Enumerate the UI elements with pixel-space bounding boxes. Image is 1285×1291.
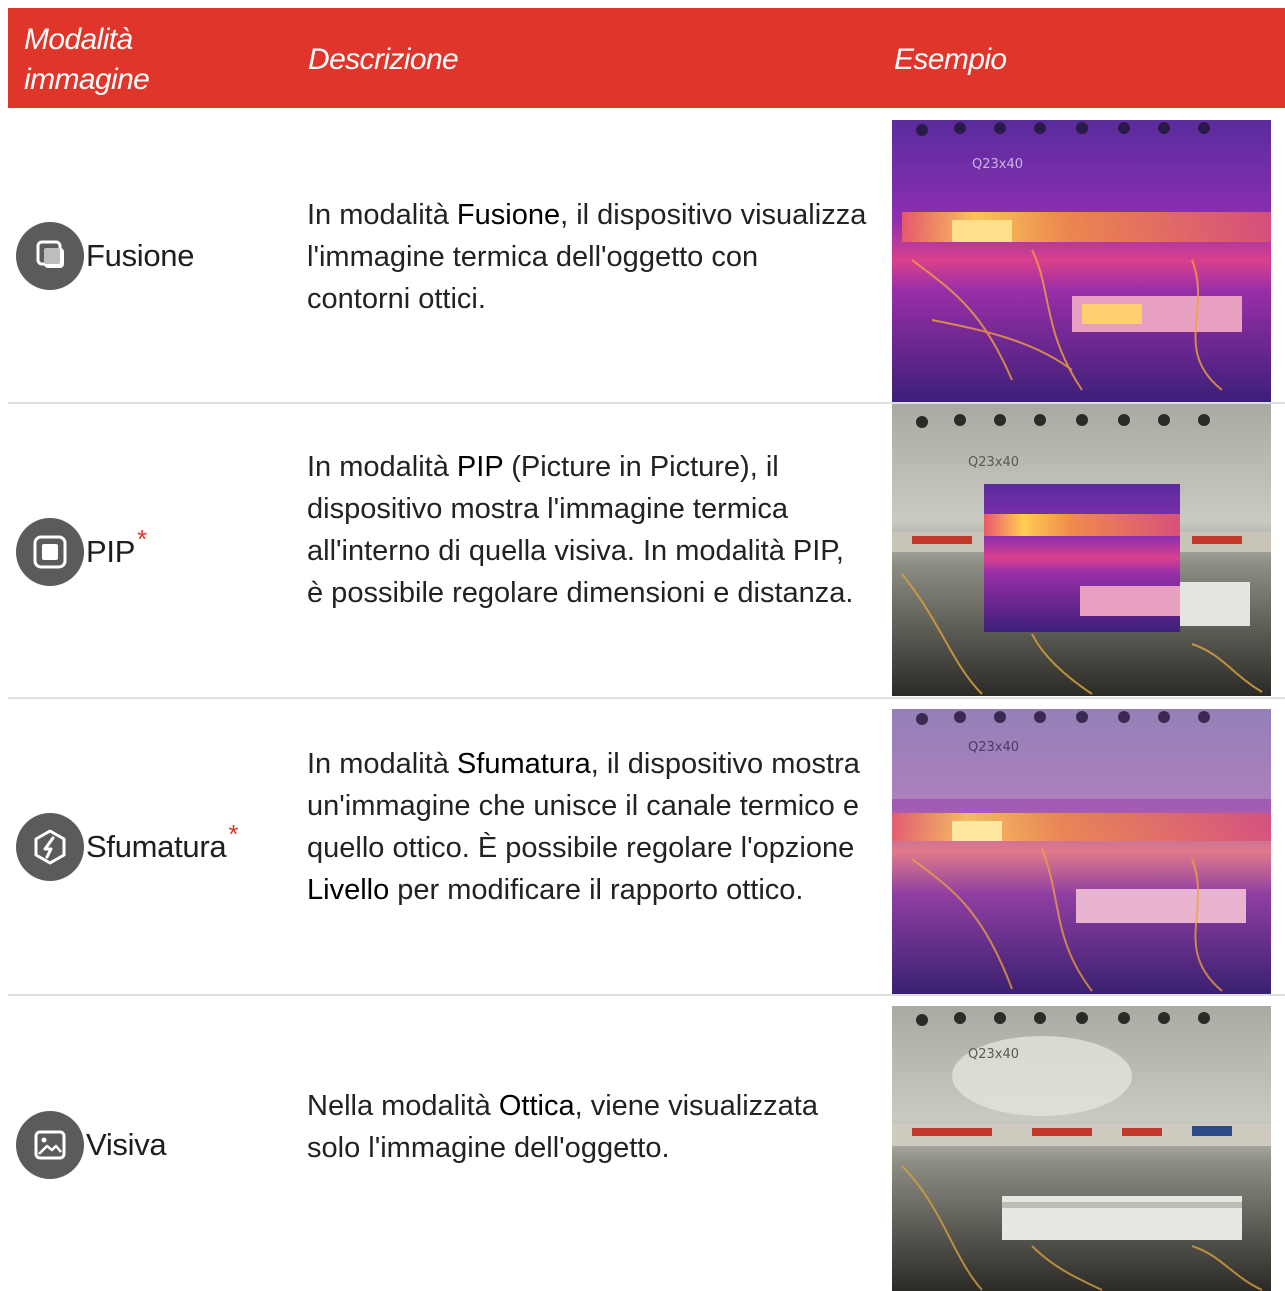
fusion-icon <box>16 222 84 290</box>
desc-text: per modificare il rapporto ottico. <box>389 874 804 906</box>
header-example: Esempio <box>894 43 1007 76</box>
desc-keyword: PIP <box>456 451 504 483</box>
mode-label: PIP* <box>86 524 147 570</box>
example-image-fusion: Q23x40 <box>892 120 1271 402</box>
description-visual: Nella modalità Ottica, viene visualizzat… <box>307 1085 867 1169</box>
thumb-label: Q23x40 <box>972 157 1023 172</box>
description-fusion: In modalità Fusione, il dispositivo visu… <box>307 194 867 320</box>
example-image-pip: Q23x40 <box>892 404 1271 696</box>
mode-blend: Sfumatura* <box>16 813 238 881</box>
thumb-label: Q23x40 <box>968 1047 1019 1062</box>
description-pip: In modalità PIP (Picture in Picture), il… <box>307 446 867 614</box>
desc-keyword: Sfumatura <box>456 748 591 780</box>
pip-icon <box>16 518 84 586</box>
asterisk-mark: * <box>137 524 147 554</box>
blend-icon <box>16 813 84 881</box>
desc-keyword: Fusione <box>456 199 561 231</box>
thumb-label: Q23x40 <box>968 455 1019 470</box>
header-description: Descrizione <box>308 43 459 76</box>
asterisk-mark: * <box>228 819 239 849</box>
mode-pip: PIP* <box>16 518 147 586</box>
desc-text: In modalità <box>307 451 457 483</box>
mode-visual: Visiva <box>16 1111 167 1179</box>
mode-label: Visiva <box>86 1127 167 1162</box>
example-image-visual: Q23x40 <box>892 1006 1271 1291</box>
desc-text: In modalità <box>307 748 457 780</box>
table-header: Modalità immagine Descrizione Esempio <box>8 8 1285 108</box>
row-divider <box>8 994 1285 996</box>
example-image-blend: Q23x40 <box>892 709 1271 994</box>
mode-label-text: Sfumatura <box>86 829 227 864</box>
mode-label: Sfumatura* <box>86 819 238 865</box>
description-blend: In modalità Sfumatura, il dispositivo mo… <box>307 743 867 911</box>
row-divider <box>8 697 1285 699</box>
mode-label: Fusione <box>86 238 195 273</box>
desc-text: In modalità <box>307 199 457 231</box>
mode-label-text: PIP <box>86 534 136 569</box>
image-icon <box>16 1111 84 1179</box>
desc-keyword: Livello <box>307 874 390 906</box>
desc-keyword: Ottica <box>498 1090 575 1122</box>
header-mode: Modalità immagine <box>24 23 150 96</box>
mode-fusion: Fusione <box>16 222 194 290</box>
desc-text: Nella modalità <box>307 1090 499 1122</box>
thumb-label: Q23x40 <box>968 740 1019 755</box>
